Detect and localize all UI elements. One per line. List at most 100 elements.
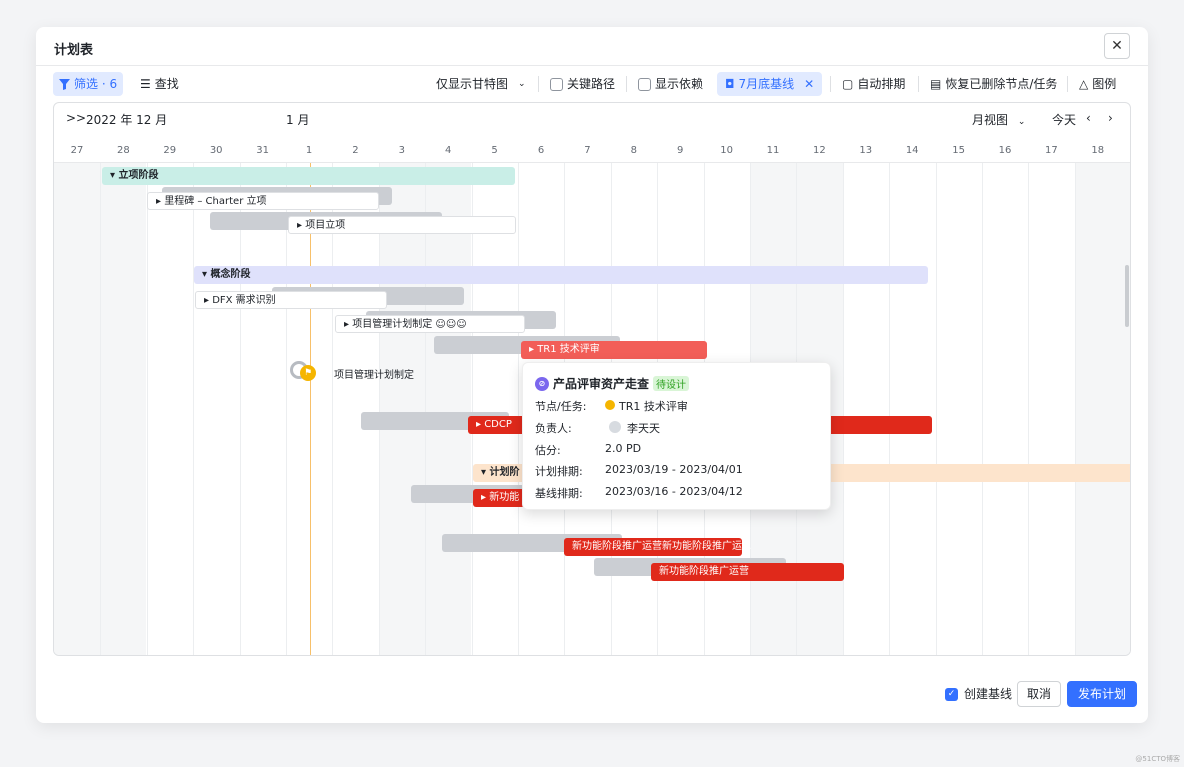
weekend-shade	[100, 163, 146, 655]
publish-button[interactable]: 发布计划	[1067, 681, 1138, 707]
status-dot-icon	[605, 400, 615, 410]
chevron-right-icon: ›	[1108, 111, 1113, 125]
day-label: 18	[1091, 145, 1105, 156]
task-label: CDCP	[484, 419, 512, 430]
tooltip-title: 产品评审资产走查	[553, 377, 650, 391]
checkbox-icon	[638, 77, 651, 91]
day-label: 2	[352, 145, 359, 156]
show-deps-label: 显示依赖	[655, 77, 704, 91]
baseline-value: 2023/03/16 - 2023/04/12	[605, 485, 743, 498]
day-gridline	[378, 163, 380, 655]
phase-label: 计划阶	[489, 467, 520, 478]
filter-button[interactable]: 筛选 · 6	[53, 72, 124, 96]
node-label: 项目管理计划制定	[334, 370, 414, 381]
day-label: 9	[677, 145, 684, 156]
day-gridline	[239, 163, 241, 655]
legend-button[interactable]: △ 图例	[1079, 72, 1116, 96]
create-baseline-label: 创建基线	[964, 687, 1013, 701]
status-badge: 待设计	[653, 376, 690, 391]
plan-key: 计划排期:	[535, 465, 583, 478]
task-label: DFX 需求识别	[212, 295, 276, 306]
task-label: 里程碑 – Charter 立项	[164, 196, 267, 207]
day-gridline	[842, 163, 844, 655]
day-gridline	[146, 163, 148, 655]
today-button[interactable]: 今天	[1052, 111, 1076, 128]
task-bar[interactable]: ▸ DFX 需求识别	[195, 291, 387, 309]
prev-button[interactable]: ‹	[1086, 111, 1091, 125]
day-gridline	[982, 163, 983, 655]
task-bar[interactable]: ▸ 项目管理计划制定 ☺☺☺	[335, 315, 525, 333]
timeline-header: >> 2022 年 12 月 1 月 月视图 ⌄ 今天 ‹ › 27 28 29 30…	[54, 103, 1130, 163]
day-gridline	[471, 163, 473, 655]
baseline-key: 基线排期:	[535, 487, 583, 500]
day-label: 28	[117, 145, 130, 156]
task-bar[interactable]: 新功能阶段推广运营新功能阶段推广运...	[564, 538, 752, 556]
task-bar[interactable]: 新功能阶段推广运营	[651, 563, 844, 581]
toolbar-divider	[538, 76, 539, 92]
day-gridline	[100, 163, 102, 655]
critical-path-checkbox[interactable]: 关键路径	[550, 72, 615, 96]
restore-label: 恢复已删除节点/任务	[945, 77, 1058, 91]
milestone-node[interactable]: ⚑	[290, 361, 318, 381]
task-label: 项目管理计划制定	[352, 319, 433, 330]
baseline-label: 7月底基线	[738, 77, 795, 91]
day-label: 15	[952, 145, 965, 156]
close-button[interactable]: ✕	[1104, 33, 1130, 59]
day-gridline	[425, 163, 427, 655]
task-label: 项目立项	[305, 220, 346, 231]
restore-button[interactable]: ▤ 恢复已删除节点/任务	[930, 72, 1057, 96]
task-bar[interactable]: ▸ TR1 技术评审	[521, 341, 707, 359]
critical-path-label: 关键路径	[567, 77, 616, 91]
restore-icon: ▤	[930, 77, 942, 91]
day-label: 7	[584, 145, 591, 156]
avatar-group: ☺☺☺	[435, 319, 467, 330]
day-label: 31	[256, 145, 269, 156]
phase-label: 概念阶段	[210, 269, 251, 280]
vertical-scrollbar[interactable]	[1125, 265, 1129, 327]
day-label: 13	[859, 145, 873, 156]
chevron-down-icon: ⌄	[518, 79, 526, 89]
next-button[interactable]: ›	[1108, 111, 1113, 125]
weekend-shade	[54, 163, 100, 655]
day-label: 3	[398, 145, 405, 156]
day-label: 29	[163, 145, 177, 156]
calendar-icon: ▢	[842, 77, 854, 91]
day-label: 12	[813, 145, 826, 156]
task-label: TR1 技术评审	[537, 344, 600, 355]
close-icon[interactable]: ✕	[804, 72, 814, 96]
find-button[interactable]: ☰ 查找	[140, 72, 179, 96]
plan-dialog: 计划表 ✕ 筛选 · 6 ☰ 查找 仅显示甘特图 ⌄ 关键路径 显示依赖 ◘ 7…	[36, 27, 1148, 723]
task-label: 新功能阶段推广运营	[659, 566, 749, 577]
create-baseline-checkbox[interactable]: ✓ 创建基线	[945, 681, 1012, 707]
cancel-button[interactable]: 取消	[1017, 681, 1062, 707]
task-label: 新功能阶段推广运营新功能阶段推广运...	[572, 541, 752, 552]
task-bar[interactable]: ▸ 项目立项	[288, 216, 516, 234]
task-tooltip: ⊘ 产品评审资产走查 待设计 节点/任务: TR1 技术评审 负责人: 李天天 估分…	[522, 362, 831, 510]
day-gridline	[1074, 163, 1076, 655]
phase-bar[interactable]: ▾ 概念阶段	[194, 266, 928, 284]
gantt-only-dropdown[interactable]: 仅显示甘特图 ⌄	[436, 72, 526, 96]
day-label: 17	[1045, 145, 1058, 156]
today-line	[310, 163, 311, 655]
header-divider	[36, 65, 1148, 66]
baseline-chip[interactable]: ◘ 7月底基线 ✕	[717, 72, 823, 96]
day-label: 11	[766, 145, 780, 156]
view-dropdown[interactable]: 月视图 ⌄	[972, 111, 1025, 128]
owner-value: 李天天	[627, 422, 660, 435]
day-label: 5	[491, 145, 498, 156]
day-label: 27	[70, 145, 84, 156]
phase-bar[interactable]: ▾ 立项阶段	[102, 167, 515, 185]
filter-label: 筛选 · 6	[74, 77, 118, 91]
day-label: 4	[445, 145, 452, 156]
auto-schedule-button[interactable]: ▢ 自动排期	[842, 72, 905, 96]
checkbox-icon	[550, 77, 563, 91]
expand-button[interactable]: >>	[66, 111, 86, 125]
task-bar[interactable]: ▸ 里程碑 – Charter 立项	[147, 192, 379, 210]
day-label: 14	[905, 145, 919, 156]
day-gridline	[193, 163, 195, 655]
show-deps-checkbox[interactable]: 显示依赖	[638, 72, 703, 96]
owner-key: 负责人:	[535, 422, 572, 435]
camera-icon: ◘	[725, 77, 735, 91]
flag-icon: ⚑	[300, 365, 316, 381]
view-label: 月视图	[972, 113, 1009, 127]
